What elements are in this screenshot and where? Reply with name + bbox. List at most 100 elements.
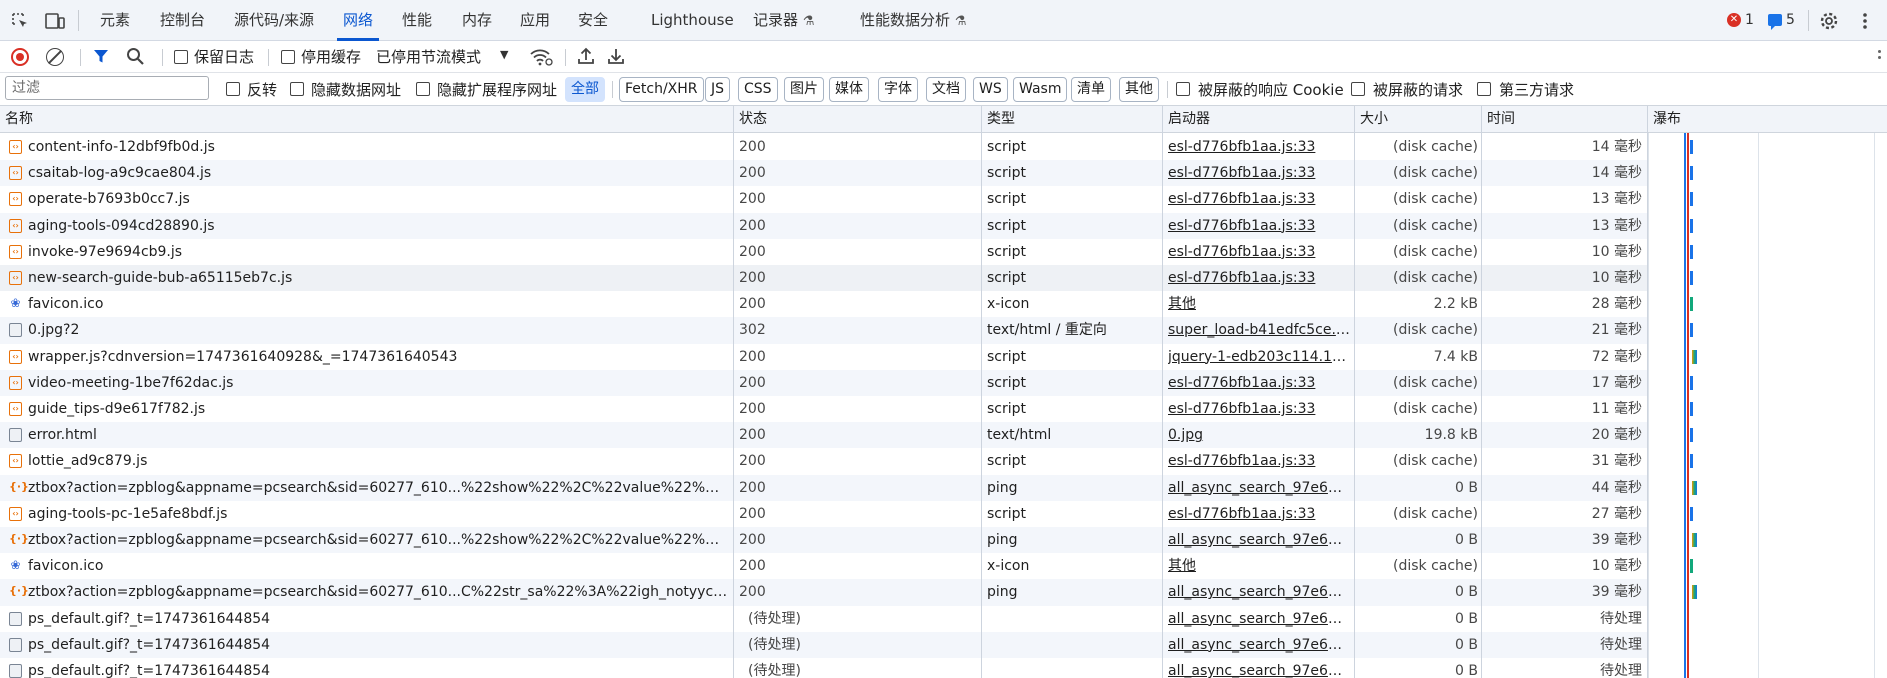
table-row[interactable]: ps_default.gif?_t=1747361644854 (待处理) all_…	[0, 631, 1648, 658]
blocked-requests-checkbox[interactable]	[1351, 82, 1365, 96]
request-initiator[interactable]: all_async_search_97e649...	[1168, 579, 1350, 605]
table-row[interactable]: ‹› lottie_ad9c879.js 200 script esl-d776bfb1…	[0, 448, 1648, 474]
table-row[interactable]: {·} ztbox?action=zpblog&appname=pcsearch&…	[0, 474, 1648, 501]
table-row[interactable]: ‹› csaitab-log-a9c9cae804.js 200 script esl-…	[0, 160, 1648, 187]
request-initiator[interactable]: esl-d776bfb1aa.js:33	[1168, 370, 1350, 396]
table-row[interactable]: ‹› new-search-guide-bub-a65115eb7c.js 200 s…	[0, 265, 1648, 292]
tab-performance-insights-label: 性能数据分析	[860, 11, 951, 29]
table-row[interactable]: {·} ztbox?action=zpblog&appname=pcsearch&…	[0, 527, 1648, 554]
table-row[interactable]: ‹› guide_tips-d9e617f782.js 200 script esl-d…	[0, 396, 1648, 422]
request-initiator[interactable]: 其他	[1168, 291, 1350, 317]
request-initiator[interactable]: all_async_search_97e649...	[1168, 658, 1350, 678]
table-row[interactable]: ‹› operate-b7693b0cc7.js 200 script esl-d776…	[0, 186, 1648, 212]
filter-input[interactable]	[5, 76, 209, 100]
type-filter-css[interactable]: CSS	[738, 77, 778, 102]
search-icon[interactable]	[126, 47, 145, 70]
request-initiator[interactable]: esl-d776bfb1aa.js:33	[1168, 186, 1350, 212]
request-initiator[interactable]: esl-d776bfb1aa.js:33	[1168, 160, 1350, 186]
type-filter-js[interactable]: JS	[705, 77, 731, 102]
error-count-badge[interactable]: ✕ 1	[1727, 12, 1754, 28]
preserve-log-checkbox[interactable]	[174, 50, 188, 64]
request-initiator[interactable]: all_async_search_97e649...	[1168, 527, 1350, 553]
table-row[interactable]: ps_default.gif?_t=1747361644854 (待处理) all_…	[0, 658, 1648, 678]
column-header-name[interactable]: 名称	[0, 106, 33, 133]
type-filter-ws[interactable]: WS	[973, 77, 1008, 102]
type-filter-wasm[interactable]: Wasm	[1013, 77, 1068, 102]
table-row[interactable]: ‹› invoke-97e9694cb9.js 200 script esl-d776b…	[0, 239, 1648, 265]
message-count-badge[interactable]: 5	[1768, 12, 1795, 30]
column-header-initiator[interactable]: 启动器	[1163, 106, 1210, 133]
tab-performance-insights[interactable]: 性能数据分析 ⚗	[858, 0, 968, 41]
request-initiator[interactable]: esl-d776bfb1aa.js:33	[1168, 396, 1350, 422]
request-initiator[interactable]: esl-d776bfb1aa.js:33	[1168, 448, 1350, 474]
hide-extension-urls-checkbox[interactable]	[416, 82, 430, 96]
request-initiator[interactable]: esl-d776bfb1aa.js:33	[1168, 213, 1350, 239]
chevron-down-icon[interactable]: ▼	[500, 48, 508, 61]
column-header-status[interactable]: 状态	[734, 106, 767, 133]
hide-data-urls-checkbox[interactable]	[290, 82, 304, 96]
request-initiator[interactable]: esl-d776bfb1aa.js:33	[1168, 134, 1350, 160]
table-row[interactable]: ❀ favicon.ico 200 x-icon 其他 2.2 kB 28 毫秒	[0, 291, 1648, 317]
type-filter-all[interactable]: 全部	[565, 77, 605, 102]
more-options-icon[interactable]	[1853, 9, 1877, 33]
tab-network[interactable]: 网络	[336, 0, 380, 41]
request-initiator[interactable]: all_async_search_97e649...	[1168, 606, 1350, 632]
type-filter-other[interactable]: 其他	[1119, 77, 1159, 102]
table-row[interactable]: ‹› wrapper.js?cdnversion=1747361640928&_=…	[0, 344, 1648, 370]
tab-recorder[interactable]: 记录器 ⚗	[751, 0, 816, 41]
clear-button[interactable]	[46, 48, 64, 66]
import-har-icon[interactable]	[577, 46, 595, 70]
table-row[interactable]: ‹› aging-tools-094cd28890.js 200 script esl-…	[0, 212, 1648, 239]
settings-gear-icon[interactable]	[1817, 9, 1841, 33]
inspect-element-icon[interactable]	[8, 9, 32, 33]
type-filter-doc[interactable]: 文档	[926, 77, 966, 102]
type-filter-font[interactable]: 字体	[878, 77, 918, 102]
request-initiator[interactable]: 其他	[1168, 553, 1350, 579]
table-row[interactable]: ❀ favicon.ico 200 x-icon 其他 (disk cache) 10 毫秒	[0, 553, 1648, 579]
tab-memory[interactable]: 内存	[460, 0, 494, 41]
request-initiator[interactable]: all_async_search_97e649...	[1168, 632, 1350, 658]
request-initiator[interactable]: esl-d776bfb1aa.js:33	[1168, 239, 1350, 265]
device-toolbar-icon[interactable]	[43, 9, 67, 33]
request-type: script	[987, 191, 1027, 208]
tab-sources[interactable]: 源代码/来源	[232, 0, 316, 41]
column-header-waterfall[interactable]: 瀑布	[1648, 106, 1681, 133]
stop-recording-button[interactable]	[11, 48, 29, 66]
invert-checkbox[interactable]	[226, 82, 240, 96]
blocked-cookies-checkbox[interactable]	[1176, 82, 1190, 96]
table-row[interactable]: ps_default.gif?_t=1747361644854 (待处理) all_…	[0, 606, 1648, 632]
tab-console[interactable]: 控制台	[158, 0, 207, 41]
table-row[interactable]: ‹› video-meeting-1be7f62dac.js 200 script es…	[0, 369, 1648, 396]
filter-funnel-icon[interactable]	[93, 48, 109, 69]
request-initiator[interactable]: 0.jpg	[1168, 422, 1350, 448]
type-filter-fetch-xhr[interactable]: Fetch/XHR	[619, 77, 704, 102]
tab-lighthouse[interactable]: Lighthouse	[649, 0, 736, 41]
table-row[interactable]: ‹› content-info-12dbf9fb0d.js 200 script esl…	[0, 134, 1648, 160]
table-row[interactable]: {·} ztbox?action=zpblog&appname=pcsearch&…	[0, 579, 1648, 606]
column-header-size[interactable]: 大小	[1355, 106, 1388, 133]
type-filter-img[interactable]: 图片	[784, 77, 824, 102]
table-row[interactable]: ‹› aging-tools-pc-1e5afe8bdf.js 200 script e…	[0, 501, 1648, 527]
table-row[interactable]: error.html 200 text/html 0.jpg 19.8 kB 20 毫秒	[0, 422, 1648, 449]
request-initiator[interactable]: jquery-1-edb203c114.10....	[1168, 344, 1350, 370]
column-header-time[interactable]: 时间	[1482, 106, 1515, 133]
request-status: 200	[739, 243, 766, 260]
type-filter-manifest[interactable]: 清单	[1071, 77, 1111, 102]
tab-performance[interactable]: 性能	[400, 0, 434, 41]
column-header-type[interactable]: 类型	[982, 106, 1015, 133]
disable-cache-checkbox[interactable]	[281, 50, 295, 64]
tab-elements[interactable]: 元素	[98, 0, 132, 41]
tab-application[interactable]: 应用	[518, 0, 552, 41]
request-initiator[interactable]: esl-d776bfb1aa.js:33	[1168, 501, 1350, 527]
request-initiator[interactable]: super_load-b41edfc5ce.js...	[1168, 317, 1350, 343]
export-har-icon[interactable]	[607, 46, 625, 70]
third-party-checkbox[interactable]	[1477, 82, 1491, 96]
throttling-select[interactable]: 已停用节流模式	[376, 46, 481, 67]
network-conditions-icon[interactable]	[529, 47, 553, 71]
tab-security[interactable]: 安全	[576, 0, 610, 41]
toolbar-overflow-icon[interactable]	[1878, 50, 1881, 53]
type-filter-media[interactable]: 媒体	[829, 77, 869, 102]
request-initiator[interactable]: all_async_search_97e649...	[1168, 475, 1350, 501]
request-initiator[interactable]: esl-d776bfb1aa.js:33	[1168, 265, 1350, 291]
table-row[interactable]: 0.jpg?2 302 text/html / 重定向 super_load-b41e…	[0, 317, 1648, 344]
